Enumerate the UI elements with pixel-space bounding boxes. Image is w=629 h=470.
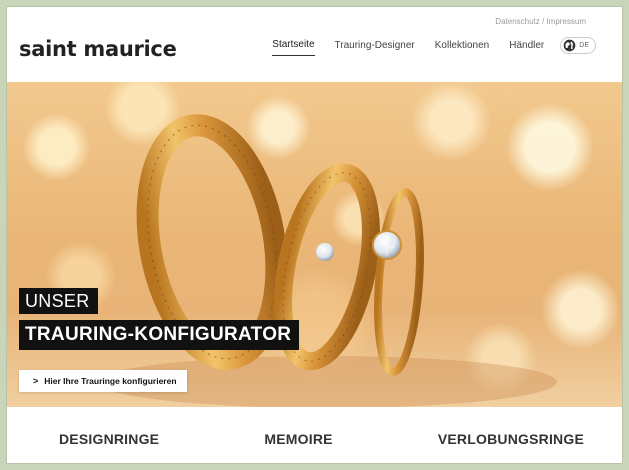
utility-links[interactable]: Datenschutz / Impressum xyxy=(495,17,586,26)
cta-label: Hier Ihre Trauringe konfigurieren xyxy=(44,376,177,386)
headline-line-1: UNSER xyxy=(19,288,98,314)
hero-banner: UNSER TRAURING-KONFIGURATOR > Hier Ihre T… xyxy=(7,82,622,407)
category-verlobungsringe[interactable]: VERLOBUNGSRINGE xyxy=(438,431,584,447)
hero-headline: UNSER TRAURING-KONFIGURATOR xyxy=(19,288,300,350)
category-memoire[interactable]: MEMOIRE xyxy=(264,431,332,447)
chevron-right-icon: > xyxy=(33,376,39,386)
language-label: DE xyxy=(579,41,589,49)
browser-page: Datenschutz / Impressum saint maurice St… xyxy=(6,6,623,464)
nav-item-trauring-designer[interactable]: Trauring-Designer xyxy=(335,40,415,56)
headline-line-2: TRAURING-KONFIGURATOR xyxy=(19,320,300,350)
main-nav: Startseite Trauring-Designer Kollektione… xyxy=(272,36,596,56)
nav-item-kollektionen[interactable]: Kollektionen xyxy=(435,40,489,56)
language-switcher[interactable]: DE xyxy=(560,36,596,54)
rings-image xyxy=(97,114,557,407)
category-links: DESIGNRINGE MEMOIRE VERLOBUNGSRINGE xyxy=(7,431,622,447)
category-designringe[interactable]: DESIGNRINGE xyxy=(59,431,159,447)
site-logo[interactable]: saint maurice xyxy=(19,37,177,61)
nav-item-haendler[interactable]: Händler xyxy=(509,40,544,56)
globe-icon xyxy=(563,39,576,51)
nav-item-startseite[interactable]: Startseite xyxy=(272,39,315,56)
configure-rings-button[interactable]: > Hier Ihre Trauringe konfigurieren xyxy=(19,370,187,392)
privacy-imprint-link[interactable]: Datenschutz / Impressum xyxy=(495,17,586,26)
